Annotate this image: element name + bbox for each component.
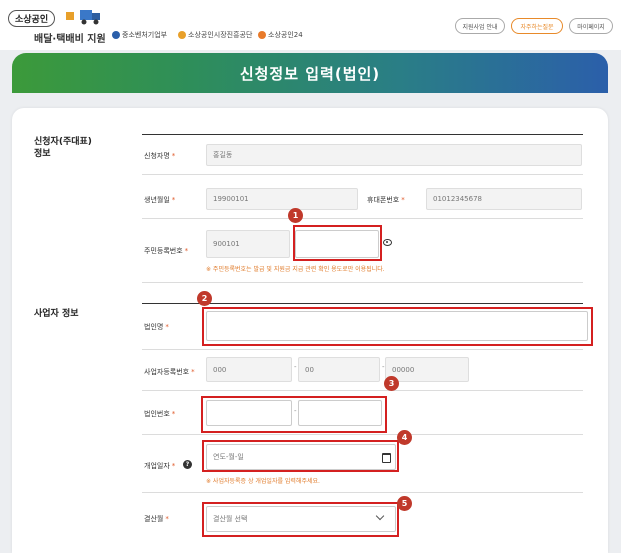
eye-icon[interactable] [383,239,392,246]
brand-title: 배달·택배비 지원 [34,34,106,45]
marker-2: 2 [197,291,212,306]
corp-name-label: 법인명 * [144,323,169,331]
highlight-settle-month [202,502,399,537]
row-divider [142,492,583,493]
bizno-field-1[interactable]: 000 [206,357,292,382]
highlight-corp-name [202,307,593,346]
name-field[interactable]: 홍길동 [206,144,582,166]
row-divider [142,218,583,219]
rrn-note: ※ 주민등록번호는 발급 및 지원금 지급 관련 확인 용도로만 이용됩니다. [206,266,385,273]
header-button-mypage[interactable]: 마이페이지 [569,18,613,34]
logo-tag[interactable]: 소상공인 [8,10,56,27]
bizno-label: 사업자등록번호 * [144,368,195,376]
row-divider [142,349,583,350]
rrn-label: 주민등록번호 * [144,247,189,255]
open-date-label: 개업일자 * [144,462,176,470]
semas-logo-icon [178,31,186,39]
birth-label: 생년월일 * [144,196,176,204]
top-header: 소상공인 배달·택배비 지원 중소벤처기업부 소상공인시장진흥공단 소상공인24… [0,0,621,50]
section-business-title: 사업자 정보 [34,309,79,319]
marker-1: 1 [288,208,303,223]
org-mss: 중소벤처기업부 [112,30,167,40]
row-divider [142,174,583,175]
section-applicant-title: 신청자(주대표) 정보 [34,137,92,159]
marker-3: 3 [384,376,399,391]
section-applicant-divider [142,134,583,135]
highlight-open-date [202,440,399,472]
truck-icon [66,10,100,25]
marker-4: 4 [397,430,412,445]
org-semas: 소상공인시장진흥공단 [178,30,252,40]
marker-5: 5 [397,496,412,511]
help-icon[interactable]: ? [183,460,192,469]
bizno-field-2[interactable]: 00 [298,357,380,382]
header-button-guide[interactable]: 지원사업 안내 [455,18,505,34]
phone-field[interactable]: 01012345678 [426,188,582,210]
page-title-banner: 신청정보 입력(법인) [12,53,608,93]
highlight-rrn-back [293,225,382,261]
sbiz24-logo-icon [258,31,266,39]
dash: - [294,363,297,371]
rrn-front-field[interactable]: 900101 [206,230,290,258]
page-title: 신청정보 입력(법인) [239,64,381,83]
mss-logo-icon [112,31,120,39]
row-divider [142,282,583,283]
row-divider [142,390,583,391]
org-sbiz24: 소상공인24 [258,30,303,40]
corp-no-label: 법인번호 * [144,410,176,418]
phone-label: 휴대폰번호 * [367,196,405,204]
open-date-note: ※ 사업자등록증 상 개업일자를 입력해주세요. [206,478,320,485]
name-label: 신청자명 * [144,152,176,160]
row-divider [142,434,583,435]
birth-field[interactable]: 19900101 [206,188,358,210]
header-button-faq[interactable]: 자주하는질문 [511,18,563,34]
highlight-corp-no [201,396,387,433]
settle-label: 결산월 * [144,515,169,523]
